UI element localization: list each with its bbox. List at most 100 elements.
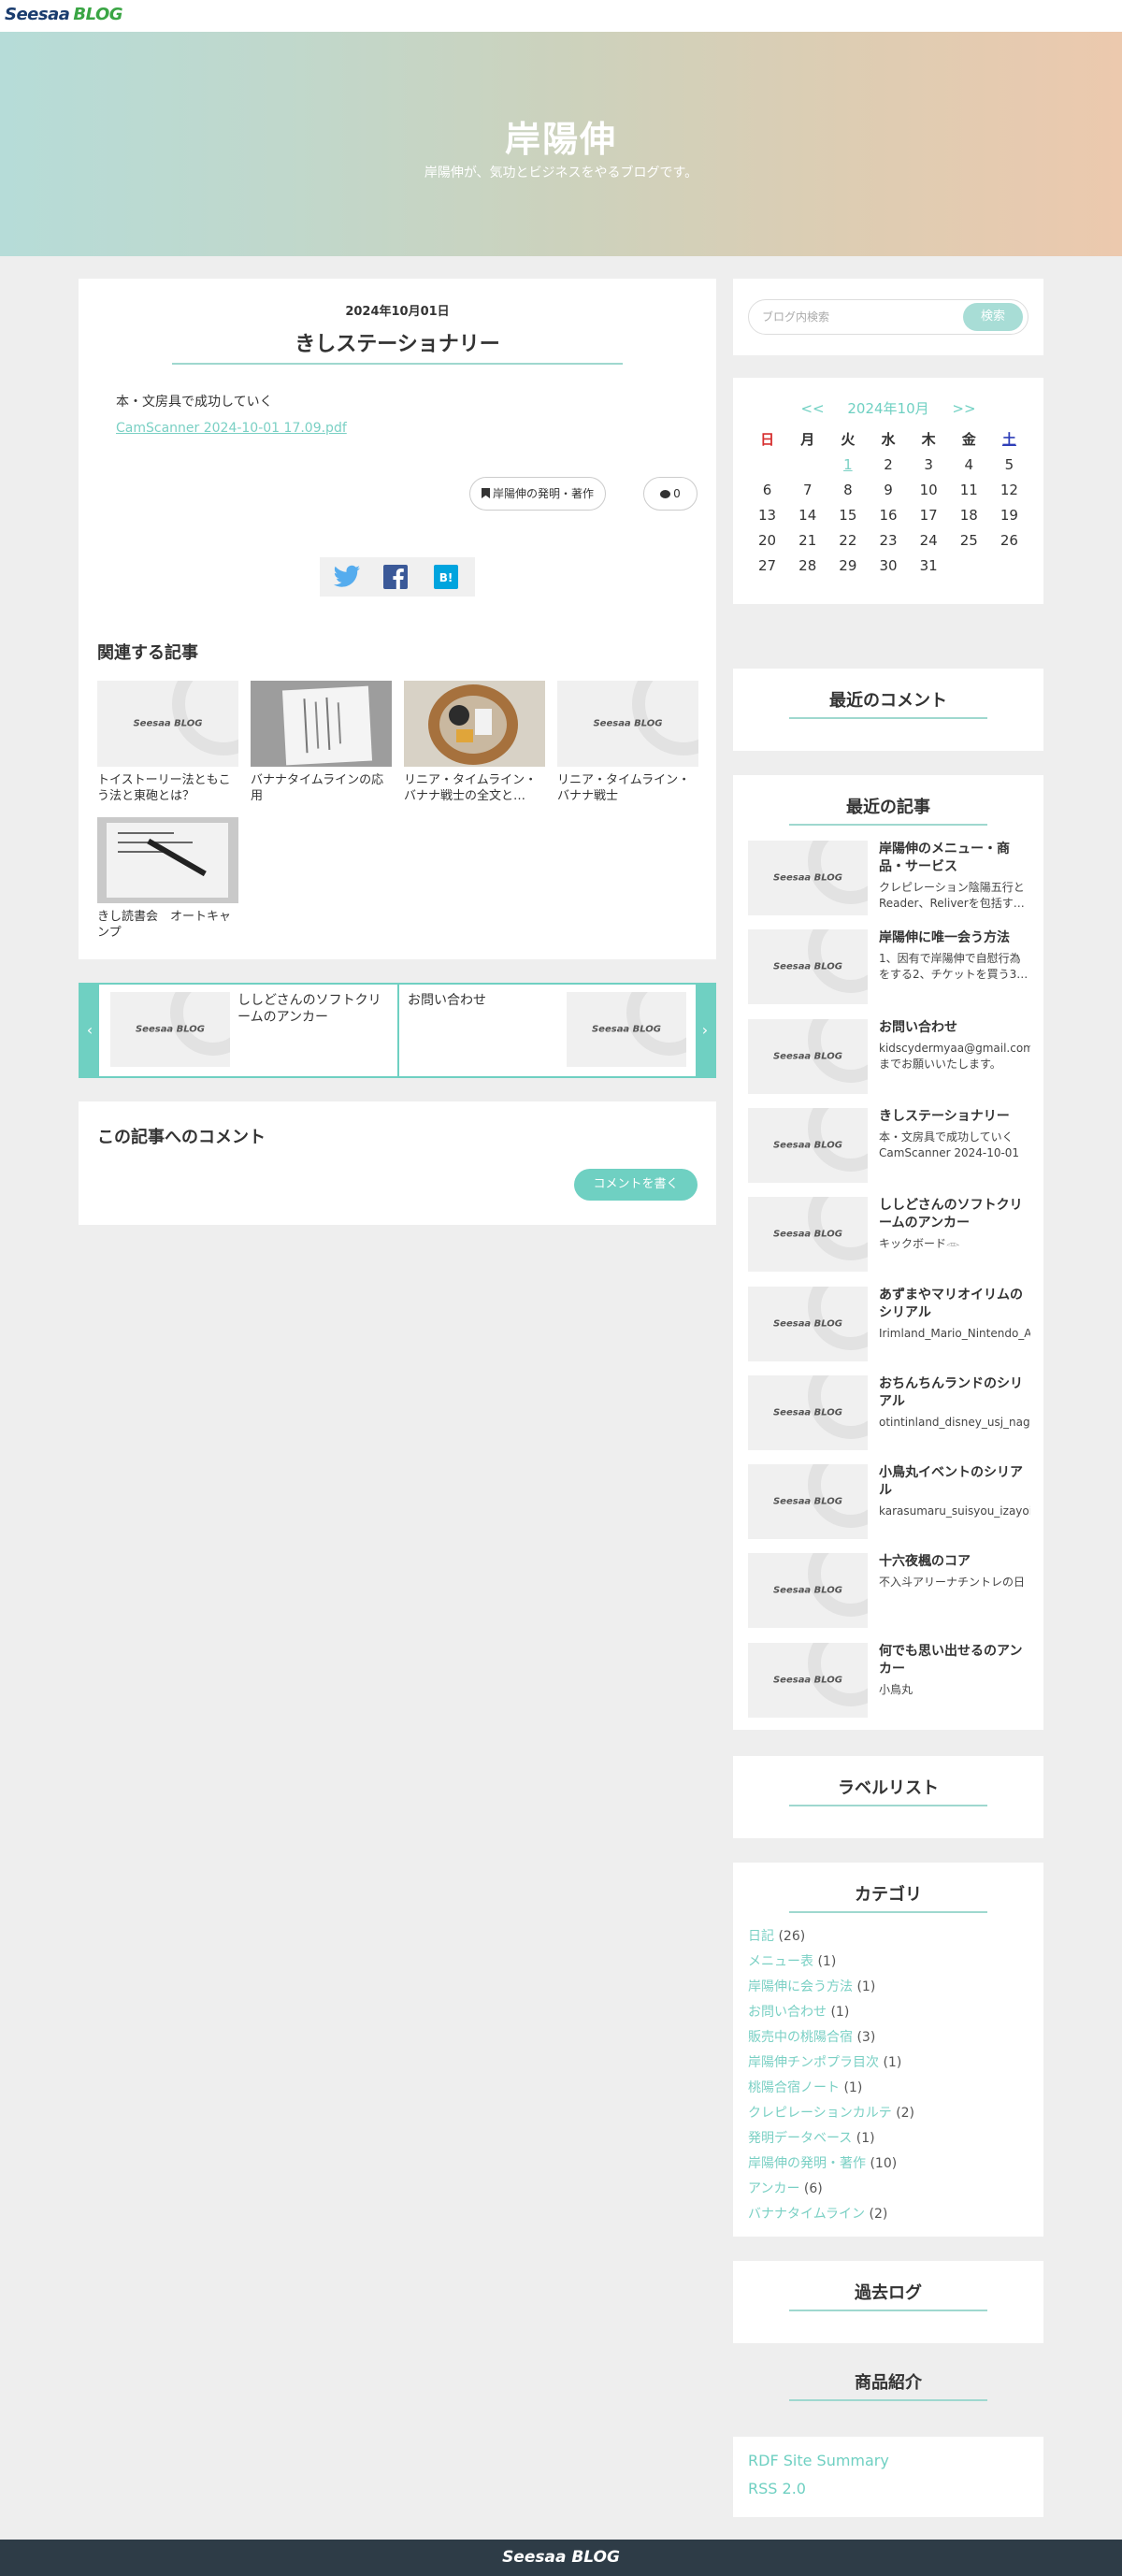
facebook-share-button[interactable] [383,565,410,589]
comment-count-button[interactable]: 0 [643,477,698,511]
category-count: (6) [803,2181,823,2196]
rss2-link[interactable]: RSS 2.0 [748,2480,806,2497]
pager-prev-thumbnail[interactable]: Seesaa BLOG [110,992,230,1067]
category-link[interactable]: メニュー表 [748,1954,813,1969]
calendar-day-link[interactable]: 1 [843,456,853,473]
recent-post-title[interactable]: 岸陽伸のメニュー・商品・サービス [879,841,1030,876]
category-link[interactable]: 桃陽合宿ノート [748,2080,840,2095]
category-tag-button[interactable]: 岸陽伸の発明・著作 [469,477,607,511]
seesaa-blog-logo-mark: Seesaa BLOG [772,1051,843,1062]
search-widget: ブログ内検索 検索 [733,279,1043,355]
calendar-week-row: 13 14 15 16 17 18 19 [747,502,1029,527]
recent-post-title[interactable]: おちんちんランドのシリアル [879,1375,1030,1411]
category-link[interactable]: 岸陽伸に会う方法 [748,1979,853,1994]
calendar-prev-link[interactable]: << [800,400,824,417]
recent-post-thumbnail: Seesaa BLOG [748,841,868,915]
calendar-day: 19 [1000,506,1018,524]
related-item[interactable]: きし読書会 オートキャンプ [97,817,238,941]
category-item: クレピレーションカルテ (2) [748,2101,914,2126]
recent-comments-heading: 最近のコメント [789,687,987,719]
labels-widget: ラベルリスト [733,1756,1043,1838]
blog-title[interactable]: 岸陽伸 [0,110,1122,162]
weekday-header: 月 [800,431,815,448]
category-link[interactable]: 岸陽伸チンポプラ目次 [748,2055,879,2070]
calendar-widget: << 2024年10月 >> 日 月 火 水 木 金 土 1 2 3 4 5 6… [733,378,1043,604]
recent-comments-widget: 最近のコメント [733,669,1043,751]
attachment-link[interactable]: CamScanner 2024-10-01 17.09.pdf [116,421,347,436]
recent-post-item[interactable]: Seesaa BLOG 十六夜楓のコア 不入斗アリーナチントレの日 [748,1553,1030,1629]
category-item: 販売中の桃陽合宿 (3) [748,2025,914,2051]
calendar-day: 12 [1000,481,1018,498]
recent-post-excerpt: 1、因有で岸陽伸で自慰行為をする2、チケットを買う3… [879,952,1028,982]
recent-posts-heading: 最近の記事 [789,794,987,826]
recent-post-title[interactable]: 何でも思い出せるのアンカー [879,1643,1030,1678]
recent-post-item[interactable]: Seesaa BLOG 何でも思い出せるのアンカー 小鳥丸 [748,1642,1030,1718]
seesaa-blog-logo-mark: Seesaa BLOG [772,1229,843,1240]
calendar-day: 6 [762,481,772,498]
twitter-share-button[interactable] [333,565,361,589]
recent-post-title[interactable]: お問い合わせ [879,1019,1030,1037]
calendar-nav: << 2024年10月 >> [733,398,1043,418]
weekday-header: 水 [881,431,896,448]
calendar-week-row: 6 7 8 9 10 11 12 [747,477,1029,502]
seesaa-blog-logo-mark: Seesaa BLOG [772,961,843,972]
weekday-header: 土 [1001,431,1016,448]
weekday-header: 火 [841,431,856,448]
category-link[interactable]: 発明データベース [748,2131,852,2146]
calendar-next-link[interactable]: >> [952,400,975,417]
recent-post-title[interactable]: 小鳥丸イベントのシリアル [879,1464,1030,1500]
category-count: (1) [856,2131,875,2146]
category-item: 日記 (26) [748,1924,914,1950]
related-item[interactable]: Seesaa BLOG リニア・タイムライン・バナナ戦士 [557,681,698,804]
category-link[interactable]: 販売中の桃陽合宿 [748,2030,853,2045]
rss-widget: RDF Site Summary RSS 2.0 [733,2437,1043,2517]
recent-post-item[interactable]: Seesaa BLOG お問い合わせ kidscydermyaa@gmail.com… [748,1018,1030,1094]
related-item[interactable]: リニア・タイムライン・バナナ戦士の全文と… [404,681,545,804]
recent-post-title[interactable]: きしステーショナリー [879,1108,1030,1126]
pager-prev-arrow[interactable]: ‹ [80,985,99,1076]
search-button[interactable]: 検索 [963,303,1023,331]
pager-next-arrow[interactable]: › [696,985,714,1076]
products-widget: 商品紹介 [733,2362,1043,2401]
recent-post-thumbnail: Seesaa BLOG [748,1642,868,1718]
category-link[interactable]: クレピレーションカルテ [748,2106,892,2121]
recent-post-item[interactable]: Seesaa BLOG きしステーショナリー 本・文房具で成功していく CamSca… [748,1107,1030,1183]
recent-post-title[interactable]: 十六夜楓のコア [879,1553,1030,1571]
seesaa-logo[interactable]: Seesaa BLOG [5,5,123,24]
pager-next-title[interactable]: お問い合わせ [408,992,557,1009]
recent-post-item[interactable]: Seesaa BLOG 小鳥丸イベントのシリアル karasumaru_suisyo… [748,1464,1030,1540]
category-count: (26) [778,1929,806,1944]
recent-post-item[interactable]: Seesaa BLOG 岸陽伸に唯一会う方法 1、因有で岸陽伸で自慰行為をする2、チ… [748,929,1030,1005]
category-link[interactable]: 日記 [748,1929,774,1944]
recent-post-title[interactable]: 岸陽伸に唯一会う方法 [879,929,1030,947]
recent-post-title[interactable]: ししどさんのソフトクリームのアンカー [879,1197,1030,1232]
category-link[interactable]: アンカー [748,2181,799,2196]
related-item[interactable]: バナナタイムラインの応用 [251,681,392,804]
recent-post-item[interactable]: Seesaa BLOG おちんちんランドのシリアル otintinland_disn… [748,1374,1030,1450]
comments-heading: この記事へのコメント [97,1128,266,1147]
category-link[interactable]: バナナタイムライン [748,2207,865,2222]
post-title[interactable]: きしステーショナリー [172,327,623,365]
recent-post-thumbnail: Seesaa BLOG [748,1553,868,1629]
footer-seesaa-logo[interactable]: Seesaa BLOG [0,2548,1122,2567]
rdf-link[interactable]: RDF Site Summary [748,2452,889,2469]
recent-post-title[interactable]: あずまやマリオイリムのシリアル [879,1287,1030,1322]
pager-next-thumbnail[interactable]: Seesaa BLOG [567,992,686,1067]
related-item[interactable]: Seesaa BLOG トイストーリー法ともこう法と東砲とは？ [97,681,238,804]
recent-post-item[interactable]: Seesaa BLOG あずまやマリオイリムのシリアル Irimland_Mario… [748,1286,1030,1361]
calendar-month[interactable]: 2024年10月 [847,400,928,417]
category-link[interactable]: 岸陽伸の発明・著作 [748,2156,866,2171]
category-link[interactable]: お問い合わせ [748,2005,827,2020]
calendar-day: 23 [879,531,898,549]
calendar-day: 24 [919,531,938,549]
related-thumbnail: Seesaa BLOG [557,681,698,767]
recent-post-item[interactable]: Seesaa BLOG 岸陽伸のメニュー・商品・サービス クレピレーション陰陽五行と… [748,841,1028,915]
svg-text:B!: B! [439,571,453,584]
recent-post-item[interactable]: Seesaa BLOG ししどさんのソフトクリームのアンカー キックボード𓁹 [748,1197,1030,1273]
products-heading: 商品紹介 [789,2369,987,2401]
hatena-share-button[interactable]: B! [434,565,460,589]
write-comment-button[interactable]: コメントを書く [574,1169,698,1201]
calendar-day: 30 [879,556,898,574]
archives-widget: 過去ログ [733,2261,1043,2343]
pager-prev-title[interactable]: ししどさんのソフトクリームのアンカー [237,992,392,1026]
